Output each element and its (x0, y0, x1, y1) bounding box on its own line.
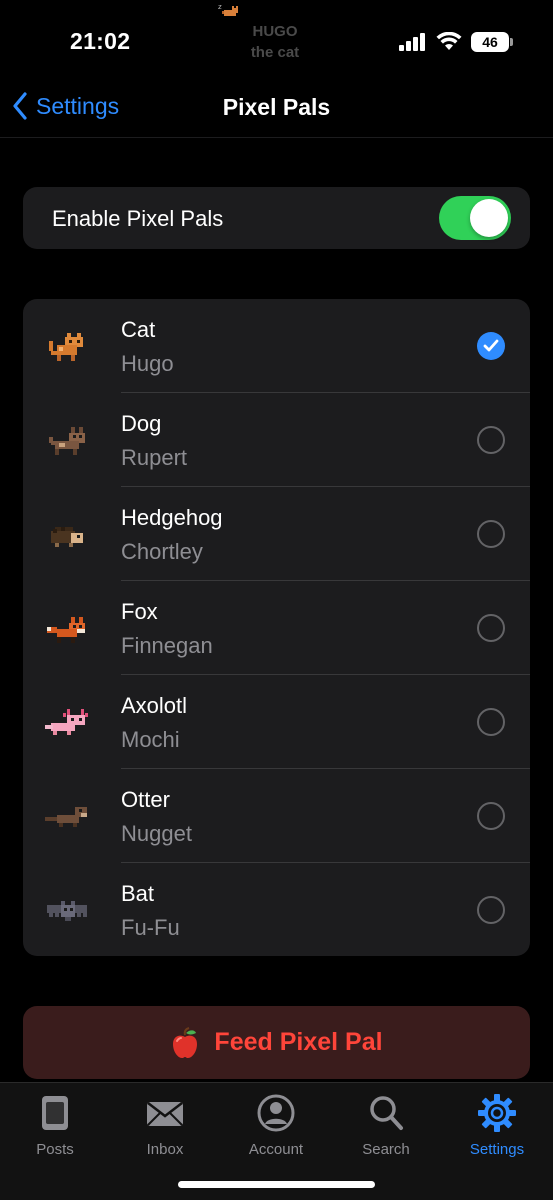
otter-sprite-icon (45, 807, 87, 827)
tab-label: Settings (469, 1141, 525, 1158)
wifi-icon (436, 32, 462, 50)
dog-sprite-icon (49, 427, 85, 455)
tab-account[interactable]: Account (221, 1091, 331, 1161)
sleeping-cat-icon: z (218, 3, 238, 16)
account-icon (257, 1094, 295, 1132)
pal-species: Fox (121, 599, 158, 624)
status-icons: 46 (399, 30, 513, 54)
signal-icon (399, 33, 425, 51)
tab-settings[interactable]: Settings (442, 1091, 552, 1161)
pal-row-otter[interactable]: Otter Nugget (23, 769, 530, 863)
page-title: Pixel Pals (222, 94, 331, 120)
pal-species: Axolotl (121, 693, 188, 718)
tab-posts[interactable]: Posts (0, 1091, 110, 1161)
search-icon (370, 1096, 403, 1130)
tab-label: Posts (36, 1141, 74, 1158)
pal-species: Dog (121, 411, 162, 436)
tab-label: Account (248, 1141, 304, 1158)
pal-species: Otter (121, 787, 170, 812)
fox-sprite-icon (47, 617, 85, 643)
navigation-bar: Settings Pixel Pals (0, 80, 553, 138)
pal-row-axolotl[interactable]: Axolotl Mochi (23, 675, 530, 769)
battery-indicator: 46 (471, 32, 513, 52)
tab-label: Search (362, 1141, 410, 1158)
battery-level: 46 (482, 34, 498, 50)
feed-button-label: Feed Pixel Pal (214, 1028, 383, 1056)
selected-checkmark-icon (477, 332, 505, 360)
apple-icon (173, 1026, 198, 1058)
enable-toggle-row: Enable Pixel Pals (23, 187, 530, 249)
feed-pixel-pal-button[interactable]: Feed Pixel Pal (23, 1006, 530, 1079)
radio-button[interactable] (477, 896, 505, 924)
enable-toggle-label: Enable Pixel Pals (52, 206, 224, 231)
bat-sprite-icon (47, 901, 87, 921)
island-pet-subtitle: the cat (250, 44, 300, 61)
pal-pet-name: Finnegan (121, 633, 213, 658)
axolotl-sprite-icon (45, 709, 88, 735)
dynamic-island: z HUGO the cat (200, 0, 350, 70)
pal-row-hedgehog[interactable]: Hedgehog Chortley (23, 487, 530, 581)
tab-label: Inbox (146, 1141, 184, 1158)
pal-species: Hedgehog (121, 505, 223, 530)
island-pet-name: HUGO (252, 23, 298, 40)
posts-icon (42, 1096, 68, 1130)
pal-row-dog[interactable]: Dog Rupert (23, 393, 530, 487)
pal-pet-name: Mochi (121, 727, 180, 752)
pal-pet-name: Hugo (121, 351, 174, 376)
pal-pet-name: Rupert (121, 445, 188, 470)
radio-button[interactable] (477, 426, 505, 454)
switch-knob (470, 199, 508, 237)
pal-row-cat[interactable]: Cat Hugo (23, 299, 530, 393)
pal-pet-name: Chortley (121, 539, 203, 564)
radio-button[interactable] (477, 520, 505, 548)
enable-pixel-pals-switch[interactable] (439, 196, 511, 240)
home-indicator (178, 1181, 375, 1188)
status-bar: 21:02 z HUGO the cat 46 (0, 0, 553, 80)
radio-button[interactable] (477, 614, 505, 642)
pal-species: Bat (121, 881, 155, 906)
hedgehog-sprite-icon (51, 527, 86, 547)
pal-species: Cat (121, 317, 156, 342)
tab-search[interactable]: Search (331, 1091, 441, 1161)
svg-text:z: z (218, 3, 222, 11)
pals-list: Cat Hugo Dog Rupert Hedgehog Chortley Fo… (23, 299, 530, 956)
tab-inbox[interactable]: Inbox (110, 1091, 220, 1161)
cat-sprite-icon (49, 333, 83, 361)
pal-pet-name: Fu-Fu (121, 915, 180, 940)
pal-row-bat[interactable]: Bat Fu-Fu (23, 863, 530, 957)
pal-row-fox[interactable]: Fox Finnegan (23, 581, 530, 675)
gear-icon (478, 1094, 516, 1132)
status-time: 21:02 (70, 28, 131, 54)
radio-button[interactable] (477, 708, 505, 736)
inbox-icon (147, 1102, 183, 1126)
pal-pet-name: Nugget (121, 821, 192, 846)
radio-button[interactable] (477, 802, 505, 830)
